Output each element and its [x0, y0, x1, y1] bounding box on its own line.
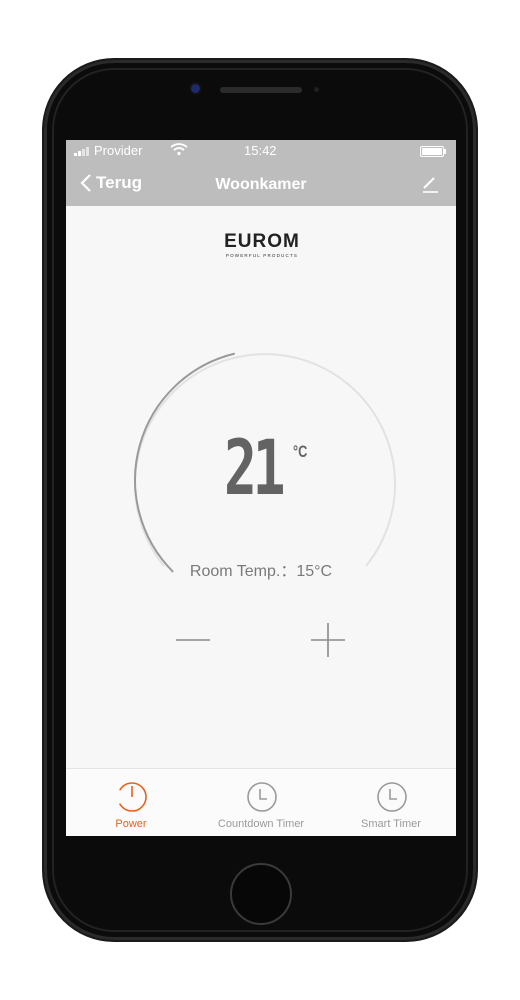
increase-temperature-button[interactable]: [309, 620, 349, 660]
power-icon: [117, 782, 147, 812]
minus-icon: [176, 639, 210, 641]
proximity-sensor: [314, 87, 319, 92]
earpiece-speaker: [220, 87, 302, 93]
tab-smart-timer-label: Smart Timer: [361, 818, 421, 830]
signal-icon: [74, 147, 89, 156]
tab-power[interactable]: Power: [66, 769, 196, 836]
page-title: Woonkamer: [215, 176, 307, 193]
tab-countdown-timer[interactable]: Countdown Timer: [196, 769, 326, 836]
room-temperature: Room Temp.：15°C: [66, 557, 456, 581]
tab-power-label: Power: [115, 818, 147, 830]
front-camera-icon: [191, 84, 200, 93]
logo-brand: EUROM: [224, 231, 300, 252]
plus-icon: [311, 623, 345, 657]
edit-button[interactable]: [420, 174, 440, 199]
bottom-tab-bar: Power Countdown Timer Smart Timer: [66, 768, 456, 836]
tab-countdown-timer-label: Countdown Timer: [217, 818, 305, 830]
status-time: 15:42: [244, 143, 277, 158]
pencil-icon: [423, 177, 438, 193]
wifi-icon: [170, 142, 188, 159]
room-temp-value: 15°C: [296, 563, 333, 580]
status-bar: Provider 15:42: [66, 140, 456, 162]
decrease-temperature-button[interactable]: [174, 620, 214, 660]
battery-icon: [420, 146, 446, 157]
room-temp-label: Room Temp.：: [189, 563, 297, 580]
home-button[interactable]: [230, 863, 292, 925]
navigation-bar: Terug Woonkamer: [66, 162, 456, 206]
setpoint-temperature: 21: [224, 423, 286, 512]
app-screen: Provider 15:42 Terug Woonkamer EUROM POW…: [66, 140, 456, 836]
clock-icon: [377, 782, 407, 812]
clock-icon: [247, 782, 277, 812]
tab-smart-timer[interactable]: Smart Timer: [326, 769, 456, 836]
dial-level-arc: [134, 352, 235, 573]
temperature-unit: °C: [293, 442, 308, 461]
carrier-name: Provider: [94, 143, 143, 158]
logo-tagline: POWERFUL PRODUCTS: [225, 253, 299, 258]
eurom-logo: EUROM POWERFUL PRODUCTS: [216, 231, 308, 259]
